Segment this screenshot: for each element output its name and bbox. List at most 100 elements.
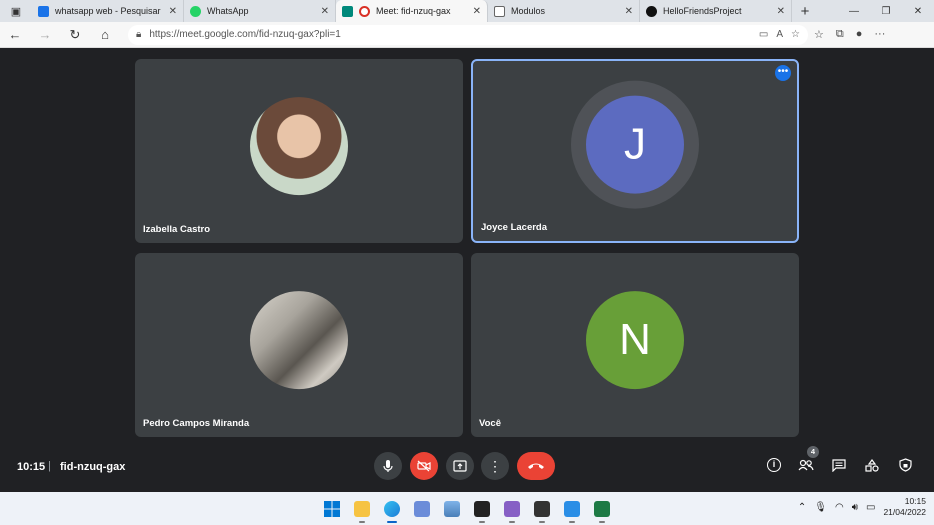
taskbar-command-prompt[interactable] <box>530 498 554 523</box>
home-icon[interactable]: ⌂ <box>90 27 120 42</box>
new-tab-icon[interactable]: + <box>792 3 818 20</box>
taskbar-visual-studio[interactable] <box>500 498 524 523</box>
volume-icon[interactable]: 🔊︎ <box>852 502 858 513</box>
app-icon <box>414 501 430 517</box>
system-tray: ⌃ 🎙︎ ◠ 🔊︎ ▭ 10:15 21/04/2022 <box>798 496 926 518</box>
chat-button[interactable] <box>828 454 850 476</box>
chat-icon <box>832 458 846 472</box>
present-screen-button[interactable] <box>446 452 474 480</box>
tab-title: HelloFriendsProject <box>663 6 742 16</box>
participant-tile[interactable]: Izabella Castro <box>135 59 463 243</box>
participant-initial: N <box>586 291 684 390</box>
camera-icon[interactable]: ▭ <box>759 29 768 40</box>
favorites-add-icon[interactable]: ☆ <box>791 29 800 40</box>
menu-icon[interactable]: ··· <box>874 28 885 41</box>
close-icon[interactable]: ✕ <box>321 6 329 17</box>
taskbar-search-app[interactable] <box>410 498 434 520</box>
edge-icon <box>384 501 400 517</box>
cmd-icon <box>534 501 550 517</box>
lock-icon: 🔒︎ <box>136 29 142 40</box>
tab-title: Modulos <box>511 6 546 16</box>
running-indicator <box>509 521 515 523</box>
taskbar-excel[interactable] <box>590 498 614 523</box>
microphone-icon[interactable]: 🎙︎ <box>814 502 827 513</box>
restore-icon[interactable]: ❐ <box>870 6 902 17</box>
toolbar-icons: ☆ ⧉ ● ··· <box>814 28 885 41</box>
running-indicator <box>599 521 605 523</box>
whatsapp-icon <box>190 5 201 17</box>
tab-meet[interactable]: Meet: fid-nzuq-gax ✕ <box>336 0 488 22</box>
collections-icon[interactable]: ⧉ <box>836 28 844 41</box>
profile-avatar[interactable]: ● <box>856 28 863 41</box>
read-aloud-icon[interactable]: A <box>776 29 783 40</box>
meeting-code: fid-nzuq-gax <box>60 461 126 473</box>
people-button[interactable]: 4 <box>795 446 819 476</box>
tab-whatsapp[interactable]: WhatsApp ✕ <box>184 0 336 22</box>
windows-taskbar: ⌃ 🎙︎ ◠ 🔊︎ ▭ 10:15 21/04/2022 <box>0 492 934 525</box>
taskbar-file-explorer[interactable] <box>350 498 374 523</box>
meeting-details-button[interactable]: i <box>763 454 785 476</box>
running-indicator <box>387 521 397 523</box>
tab-title: whatsapp web - Pesquisar <box>55 6 161 16</box>
document-icon <box>494 5 505 17</box>
taskbar-terminal[interactable] <box>470 498 494 523</box>
back-icon[interactable]: ← <box>0 27 30 42</box>
camera-off-icon <box>417 460 431 472</box>
activities-button[interactable] <box>861 454 883 476</box>
tab-modulos[interactable]: Modulos ✕ <box>488 0 640 22</box>
address-bar: ← → ↻ ⌂ 🔒︎ https://meet.google.com/fid-n… <box>0 22 934 48</box>
more-options-button[interactable]: ⋮ <box>481 452 509 480</box>
tab-actions-icon[interactable]: ▣ <box>0 0 32 22</box>
activities-icon <box>865 458 879 472</box>
github-icon <box>646 5 657 17</box>
camera-off-button[interactable] <box>410 452 438 480</box>
recording-icon <box>359 5 370 17</box>
meet-grid: Izabella Castro J ••• Joyce Lacerda Pedr… <box>0 48 934 492</box>
shield-lock-icon <box>898 458 912 472</box>
close-icon[interactable]: ✕ <box>473 6 481 17</box>
microphone-button[interactable] <box>374 452 402 480</box>
close-window-icon[interactable]: ✕ <box>902 6 934 17</box>
participant-name: Joyce Lacerda <box>481 222 548 233</box>
clock-date[interactable]: 10:15 21/04/2022 <box>883 496 926 518</box>
participant-name: Você <box>479 418 502 429</box>
participant-photo <box>250 291 348 390</box>
favorites-icon[interactable]: ☆ <box>814 28 824 41</box>
wifi-icon[interactable]: ◠ <box>835 502 844 513</box>
tab-bing-search[interactable]: whatsapp web - Pesquisar ✕ <box>32 0 184 22</box>
separator: | <box>48 460 51 472</box>
folder-icon <box>354 501 370 517</box>
participant-initial: J <box>586 95 684 194</box>
more-options-button[interactable]: ••• <box>775 65 791 81</box>
url-field[interactable]: 🔒︎ https://meet.google.com/fid-nzuq-gax?… <box>128 24 808 45</box>
battery-icon[interactable]: ▭ <box>866 502 875 513</box>
close-icon[interactable]: ✕ <box>169 6 177 17</box>
chevron-up-icon[interactable]: ⌃ <box>798 502 806 513</box>
taskbar-edge[interactable] <box>380 498 404 523</box>
tab-title: Meet: fid-nzuq-gax <box>376 6 451 16</box>
participant-tile[interactable]: N Você <box>471 253 799 437</box>
close-icon[interactable]: ✕ <box>625 6 633 17</box>
minimize-icon[interactable]: — <box>838 6 870 17</box>
host-controls-button[interactable] <box>894 454 916 476</box>
running-indicator <box>359 521 365 523</box>
browser-tab-bar: ▣ whatsapp web - Pesquisar ✕ WhatsApp ✕ … <box>0 0 934 22</box>
meeting-controls-bar: 10:15 | fid-nzuq-gax ⋮ i 4 <box>0 446 934 490</box>
start-button[interactable] <box>320 498 344 520</box>
participant-tile[interactable]: Pedro Campos Miranda <box>135 253 463 437</box>
terminal-icon <box>474 501 490 517</box>
windows-logo-icon <box>324 501 340 517</box>
reload-icon[interactable]: ↻ <box>60 27 90 43</box>
tab-github[interactable]: HelloFriendsProject ✕ <box>640 0 792 22</box>
meet-icon <box>342 5 353 17</box>
info-icon: i <box>767 458 781 472</box>
participant-tile[interactable]: J ••• Joyce Lacerda <box>471 59 799 243</box>
taskbar-vscode[interactable] <box>560 498 584 523</box>
forward-icon[interactable]: → <box>30 27 60 42</box>
close-icon[interactable]: ✕ <box>777 6 785 17</box>
taskbar-photos[interactable] <box>440 498 464 520</box>
leave-call-button[interactable] <box>517 452 555 480</box>
bing-icon <box>38 5 49 17</box>
microphone-icon <box>383 460 393 472</box>
vscode-icon <box>564 501 580 517</box>
